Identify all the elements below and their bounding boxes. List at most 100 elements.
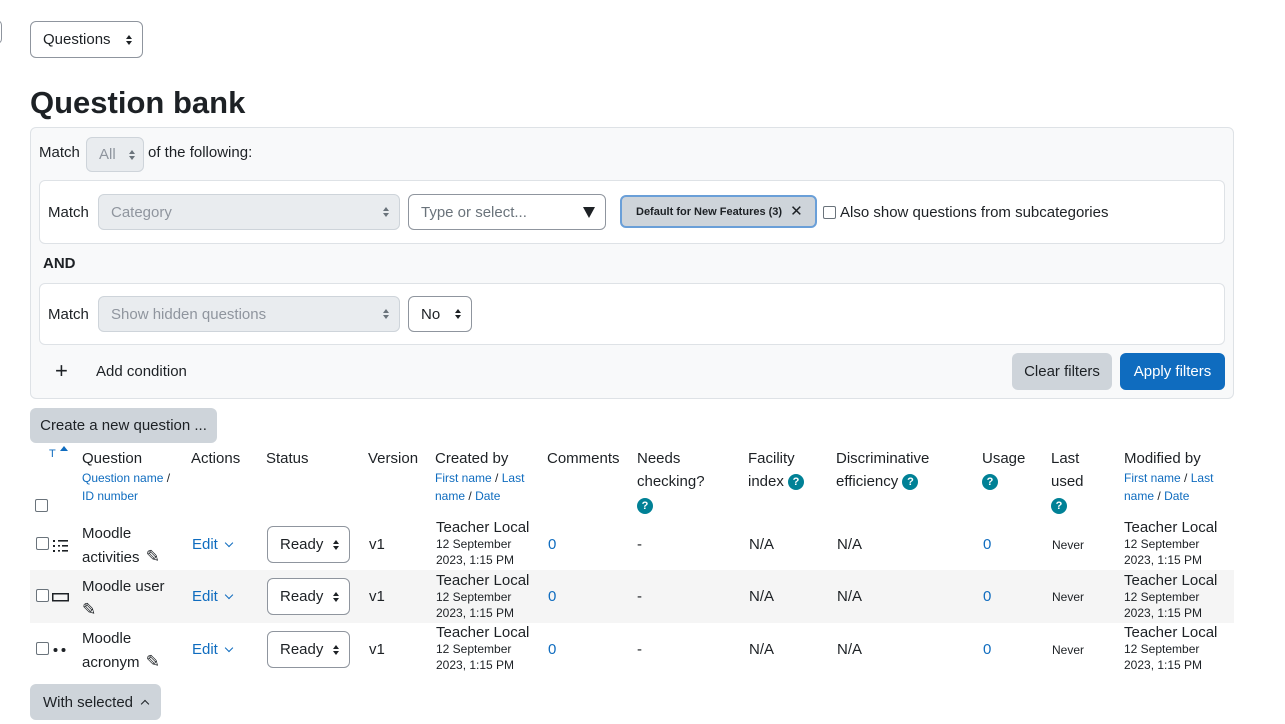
sort-modified-first-name[interactable]: First name xyxy=(1124,471,1181,485)
needs-checking: - xyxy=(637,588,642,605)
header-modified-by-label: Modified by xyxy=(1124,450,1201,467)
with-selected-button[interactable]: With selected xyxy=(30,684,161,720)
apply-filters-button[interactable]: Apply filters xyxy=(1120,353,1225,390)
match-all-value: All xyxy=(99,146,116,163)
header-sep: / xyxy=(1184,471,1188,485)
header-created-by: Created by First name / Last name / Date xyxy=(435,447,535,505)
status-select[interactable]: Ready xyxy=(267,631,350,668)
header-last-used-label: Last used xyxy=(1051,450,1084,490)
comments-link[interactable]: 0 xyxy=(548,536,556,553)
sort-created-date[interactable]: Date xyxy=(475,489,500,503)
caret-down-icon[interactable] xyxy=(583,206,595,218)
edit-pencil-icon[interactable]: ✎ xyxy=(146,652,160,671)
create-question-button[interactable]: Create a new question ... xyxy=(30,408,217,443)
question-name-line1: Moodle user xyxy=(82,578,165,595)
category-autocomplete-input[interactable]: Type or select... xyxy=(408,194,606,230)
header-usage-label: Usage xyxy=(982,450,1026,467)
creator-name: Teacher Local xyxy=(436,624,530,641)
last-used: Never xyxy=(1052,643,1085,657)
condition1-type-select[interactable]: Category xyxy=(98,194,400,230)
sort-modified-date[interactable]: Date xyxy=(1164,489,1189,503)
shortanswer-icon xyxy=(52,593,69,602)
row-checkbox[interactable] xyxy=(36,537,49,550)
page-title: Question bank xyxy=(30,85,246,120)
creator-name: Teacher Local xyxy=(436,519,530,536)
select-all-checkbox[interactable] xyxy=(35,499,48,512)
help-icon[interactable]: ? xyxy=(637,498,653,515)
help-icon[interactable]: ? xyxy=(902,474,919,491)
add-condition-button[interactable]: Add condition xyxy=(96,363,187,380)
usage-link[interactable]: 0 xyxy=(983,588,991,605)
clear-filters-button[interactable]: Clear filters xyxy=(1012,353,1112,390)
status-select[interactable]: Ready xyxy=(267,578,350,615)
category-chip[interactable]: Default for New Features (3) ✕ xyxy=(620,195,817,228)
modified-date-line1: 12 September xyxy=(1124,537,1200,551)
question-name: Moodle user ✎ xyxy=(82,575,165,622)
chevron-down-icon xyxy=(224,643,234,653)
version: v1 xyxy=(369,536,385,553)
row-checkbox[interactable] xyxy=(36,589,49,602)
condition2-type-select[interactable]: Show hidden questions xyxy=(98,296,400,332)
header-sep: / xyxy=(495,471,499,485)
status-value: Ready xyxy=(280,641,324,658)
select-arrows-icon xyxy=(126,34,132,45)
discriminative-efficiency: N/A xyxy=(837,641,863,658)
edit-pencil-icon[interactable]: ✎ xyxy=(82,600,96,619)
row-checkbox[interactable] xyxy=(36,642,49,655)
subcategories-checkbox[interactable] xyxy=(823,206,836,219)
edit-menu[interactable]: Edit xyxy=(192,641,234,658)
edit-menu[interactable]: Edit xyxy=(192,536,234,553)
discriminative-efficiency: N/A xyxy=(837,588,863,605)
header-comments: Comments xyxy=(547,450,620,467)
header-actions: Actions xyxy=(191,450,241,467)
select-arrows-icon xyxy=(383,207,389,217)
created-date: 12 September 2023, 1:15 PM xyxy=(436,536,514,568)
question-name-line1: Moodle xyxy=(82,630,132,647)
help-icon[interactable]: ? xyxy=(1051,498,1067,515)
header-question: Question Question name / ID number xyxy=(82,447,170,505)
sort-question-name[interactable]: Question name xyxy=(82,471,163,485)
header-status: Status xyxy=(266,450,309,467)
edit-menu-label: Edit xyxy=(192,588,218,605)
created-date: 12 September 2023, 1:15 PM xyxy=(436,641,514,673)
chevron-up-icon xyxy=(140,699,150,709)
discriminative-efficiency: N/A xyxy=(837,536,863,553)
comments-link[interactable]: 0 xyxy=(548,588,556,605)
needs-checking: - xyxy=(637,536,642,553)
edit-pencil-icon[interactable]: ✎ xyxy=(146,547,160,566)
needs-checking: - xyxy=(637,641,642,658)
help-icon[interactable]: ? xyxy=(982,474,998,491)
question-bank-nav-select[interactable]: Questions xyxy=(30,21,143,58)
help-icon[interactable]: ? xyxy=(788,474,805,491)
sort-created-first-name[interactable]: First name xyxy=(435,471,492,485)
usage-link[interactable]: 0 xyxy=(983,641,991,658)
status-value: Ready xyxy=(280,536,324,553)
edit-menu[interactable]: Edit xyxy=(192,588,234,605)
usage-link[interactable]: 0 xyxy=(983,536,991,553)
question-name: Moodle activities ✎ xyxy=(82,522,160,569)
type-sort-label: T xyxy=(49,448,56,460)
select-arrows-icon xyxy=(455,309,461,319)
created-date-line2: 2023, 1:15 PM xyxy=(436,606,515,620)
header-facility-index: Facility index ? xyxy=(748,447,818,493)
modified-date-line2: 2023, 1:15 PM xyxy=(1124,553,1203,567)
header-usage: Usage ? xyxy=(982,447,1025,493)
select-arrows-icon xyxy=(333,539,339,550)
status-select[interactable]: Ready xyxy=(267,526,350,563)
subcategories-label: Also show questions from subcategories xyxy=(840,204,1109,221)
condition1-type-value: Category xyxy=(111,203,172,221)
creator-name: Teacher Local xyxy=(436,572,530,589)
match-all-select[interactable]: All xyxy=(86,137,144,172)
remove-chip-icon[interactable]: ✕ xyxy=(790,204,803,219)
select-arrows-icon xyxy=(333,591,339,602)
comments-link[interactable]: 0 xyxy=(548,641,556,658)
sort-asc-icon xyxy=(59,446,68,451)
select-arrows-icon xyxy=(333,644,339,655)
type-sort-header[interactable]: T xyxy=(49,446,68,460)
last-used: Never xyxy=(1052,538,1085,552)
plus-icon[interactable]: + xyxy=(55,358,68,384)
condition2-value-select[interactable]: No xyxy=(408,296,472,332)
sort-id-number[interactable]: ID number xyxy=(82,489,138,503)
modified-date: 12 September 2023, 1:15 PM xyxy=(1124,641,1202,673)
condition2-value: No xyxy=(421,305,441,323)
